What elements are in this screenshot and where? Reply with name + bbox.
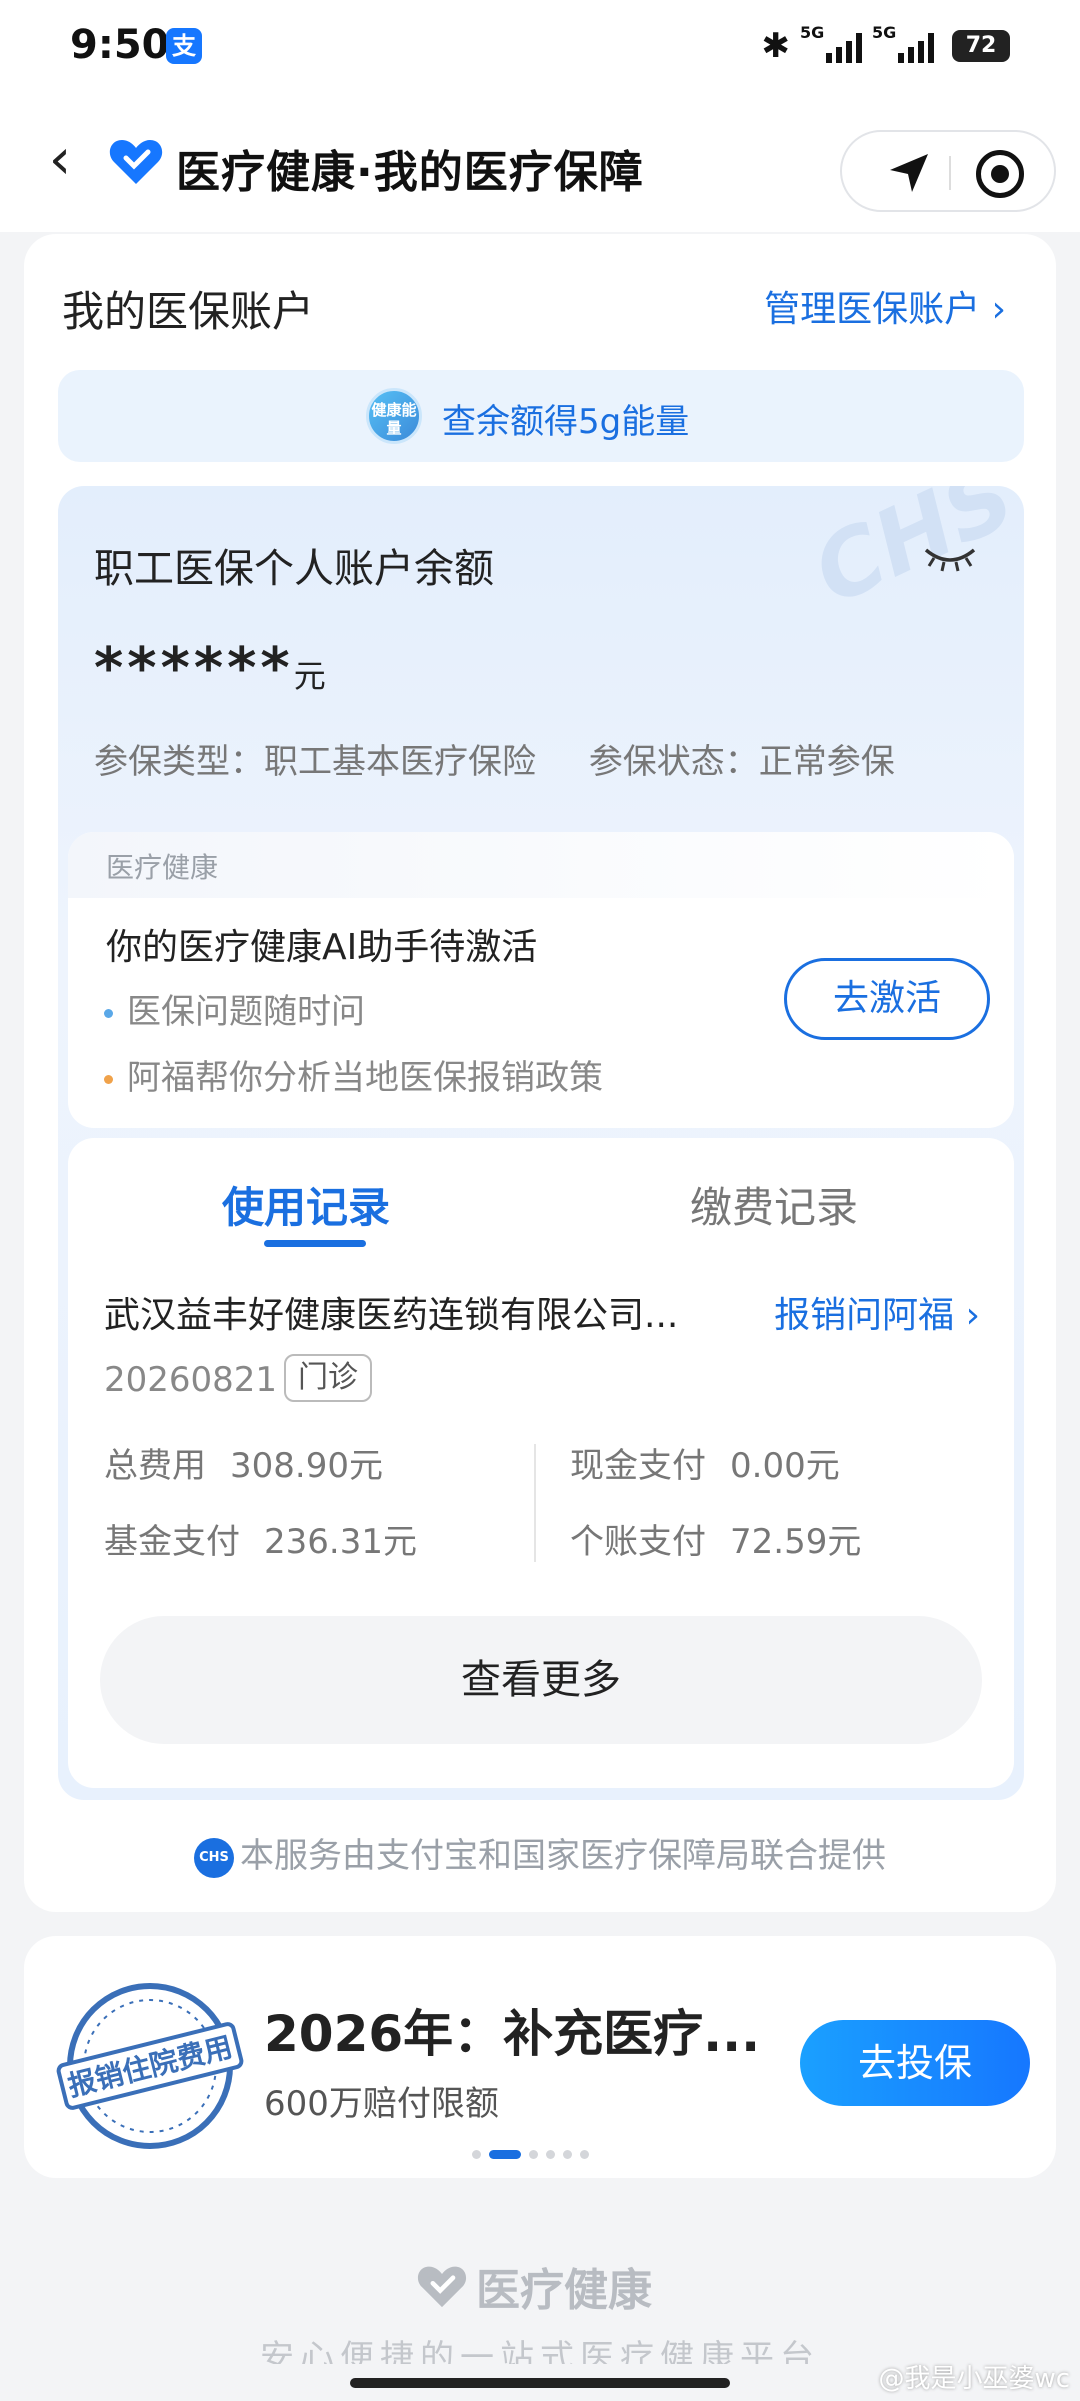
target-circle-icon[interactable] [976,150,1024,198]
back-chevron-icon[interactable]: ‹ [30,130,90,194]
chs-watermark-icon: CHS [798,486,1024,626]
account-section-title: 我的医保账户 [62,287,315,336]
status-indicators: ✱ 5G 5G 72 [761,23,1010,68]
blue-dot-icon [104,1009,113,1018]
health-energy-icon: 健康能量 [366,388,422,444]
active-tab-indicator [264,1240,366,1247]
balance-panel: CHS 职工医保个人账户余额 ******元 参保类型：职工基本医疗保险 参保状… [58,486,1024,1800]
fee-cash-value: 0.00元 [730,1446,840,1486]
energy-banner-text: 查余额得5g能量 [442,402,690,442]
service-provider-text: 本服务由支付宝和国家医疗保障局联合提供 [240,1836,886,1876]
service-provider-note: CHS 本服务由支付宝和国家医疗保障局联合提供 [24,1828,1056,1878]
carousel-dots [472,2149,589,2159]
ai-card-header: 医疗健康 [68,832,1014,898]
page-title: 医疗健康·我的医疗保障 [176,147,644,198]
fee-fund: 基金支付 236.31元 [104,1514,417,1563]
carousel-dot-active [489,2149,521,2159]
battery-icon: 72 [952,30,1010,62]
status-bar: 9:50 支 ✱ 5G 5G 72 [0,0,1080,92]
fee-fund-label: 基金支付 [104,1522,240,1562]
home-indicator[interactable] [350,2378,730,2388]
stamp-text: 报销住院费用 [65,2030,236,2103]
fee-cash-label: 现金支付 [570,1446,706,1486]
location-arrow-icon[interactable] [886,150,932,196]
fee-personal: 个账支付 72.59元 [570,1514,861,1563]
chs-logo-icon: CHS [194,1837,234,1878]
medical-account-card: 我的医保账户 管理医保账户 › 健康能量 查余额得5g能量 CHS 职工医保个人… [24,234,1056,1912]
signal-2-icon: 5G [872,23,934,63]
carousel-dot [529,2149,538,2159]
fee-total-value: 308.90元 [230,1446,383,1486]
manage-account-link[interactable]: 管理医保账户 › [764,280,1006,332]
ai-assistant-card: 医疗健康 你的医疗健康AI助手待激活 医保问题随时问 阿福帮你分析当地医保报销政… [68,832,1014,1128]
record-type-badge: 门诊 [284,1354,372,1402]
fee-cash: 现金支付 0.00元 [570,1438,840,1487]
bottom-brand: 医疗健康 [416,2258,652,2316]
network-type-2: 5G [872,23,897,42]
activate-button[interactable]: 去激活 [784,958,990,1040]
promo-title: 2026年：补充医疗... [264,2005,761,2063]
fee-personal-label: 个账支付 [570,1522,706,1562]
tab-payment-records[interactable]: 缴费记录 [690,1174,858,1235]
fee-total: 总费用 308.90元 [104,1438,383,1487]
ask-afu-link[interactable]: 报销问阿福 › [774,1286,980,1338]
nav-bar: ‹ 医疗健康·我的医疗保障 [0,92,1080,232]
fee-total-label: 总费用 [104,1446,206,1486]
view-more-button[interactable]: 查看更多 [100,1616,982,1744]
ai-bullet-2-text: 阿福帮你分析当地医保报销政策 [127,1058,603,1098]
brand-name: 医疗健康 [476,2265,652,2316]
carousel-dot [472,2149,481,2159]
insurance-type: 参保类型：职工基本医疗保险 [94,742,536,782]
ai-bullet-1-text: 医保问题随时问 [127,992,365,1032]
balance-unit: 元 [293,657,326,695]
fee-grid: 总费用 308.90元 基金支付 236.31元 现金支付 0.00元 个账支付 72.… [104,1438,984,1578]
promo-subtitle: 600万赔付限额 [264,2084,499,2124]
watermark-text: @我是小巫婆wc [878,2364,1070,2394]
balance-masked: ****** [94,636,294,701]
network-type-1: 5G [800,23,825,42]
bluetooth-icon: ✱ [761,26,791,66]
insurance-info: 参保类型：职工基本医疗保险 参保状态：正常参保 [94,734,937,783]
signal-1-icon: 5G [800,23,862,63]
record-merchant-name[interactable]: 武汉益丰好健康医药连锁有限公司... [104,1286,704,1338]
ai-bullet-1: 医保问题随时问 [104,984,365,1033]
ai-card-title: 你的医疗健康AI助手待激活 [106,927,538,968]
capsule-divider [949,156,951,190]
health-heart-logo-icon [109,140,163,184]
carousel-dot [580,2149,589,2159]
reimbursement-stamp-icon: 报销住院费用 [56,1983,244,2149]
ai-bullet-2: 阿福帮你分析当地医保报销政策 [104,1050,603,1099]
insurance-status: 参保状态：正常参保 [588,742,895,782]
orange-dot-icon [104,1075,113,1084]
fee-personal-value: 72.59元 [730,1522,862,1562]
status-time: 9:50 [70,22,170,68]
health-heart-gray-icon [417,2266,467,2308]
insurance-promo-banner[interactable]: 报销住院费用 2026年：补充医疗... 600万赔付限额 去投保 [24,1936,1056,2178]
balance-amount: ******元 [94,636,326,701]
insure-button[interactable]: 去投保 [800,2020,1030,2106]
eye-closed-icon[interactable] [922,542,978,572]
energy-banner[interactable]: 健康能量 查余额得5g能量 [58,370,1024,462]
fee-fund-value: 236.31元 [264,1522,417,1562]
nav-capsule [840,130,1056,212]
balance-title: 职工医保个人账户余额 [94,546,494,592]
records-card: 使用记录 缴费记录 武汉益丰好健康医药连锁有限公司... 报销问阿福 › 202… [68,1138,1014,1788]
tab-usage-records[interactable]: 使用记录 [222,1174,390,1235]
alipay-badge-icon: 支 [166,28,202,64]
ai-card-tag: 医疗健康 [106,851,219,884]
record-date: 20260821 [104,1360,278,1400]
carousel-dot [546,2149,555,2159]
carousel-dot [563,2149,572,2159]
fee-divider [534,1444,536,1562]
